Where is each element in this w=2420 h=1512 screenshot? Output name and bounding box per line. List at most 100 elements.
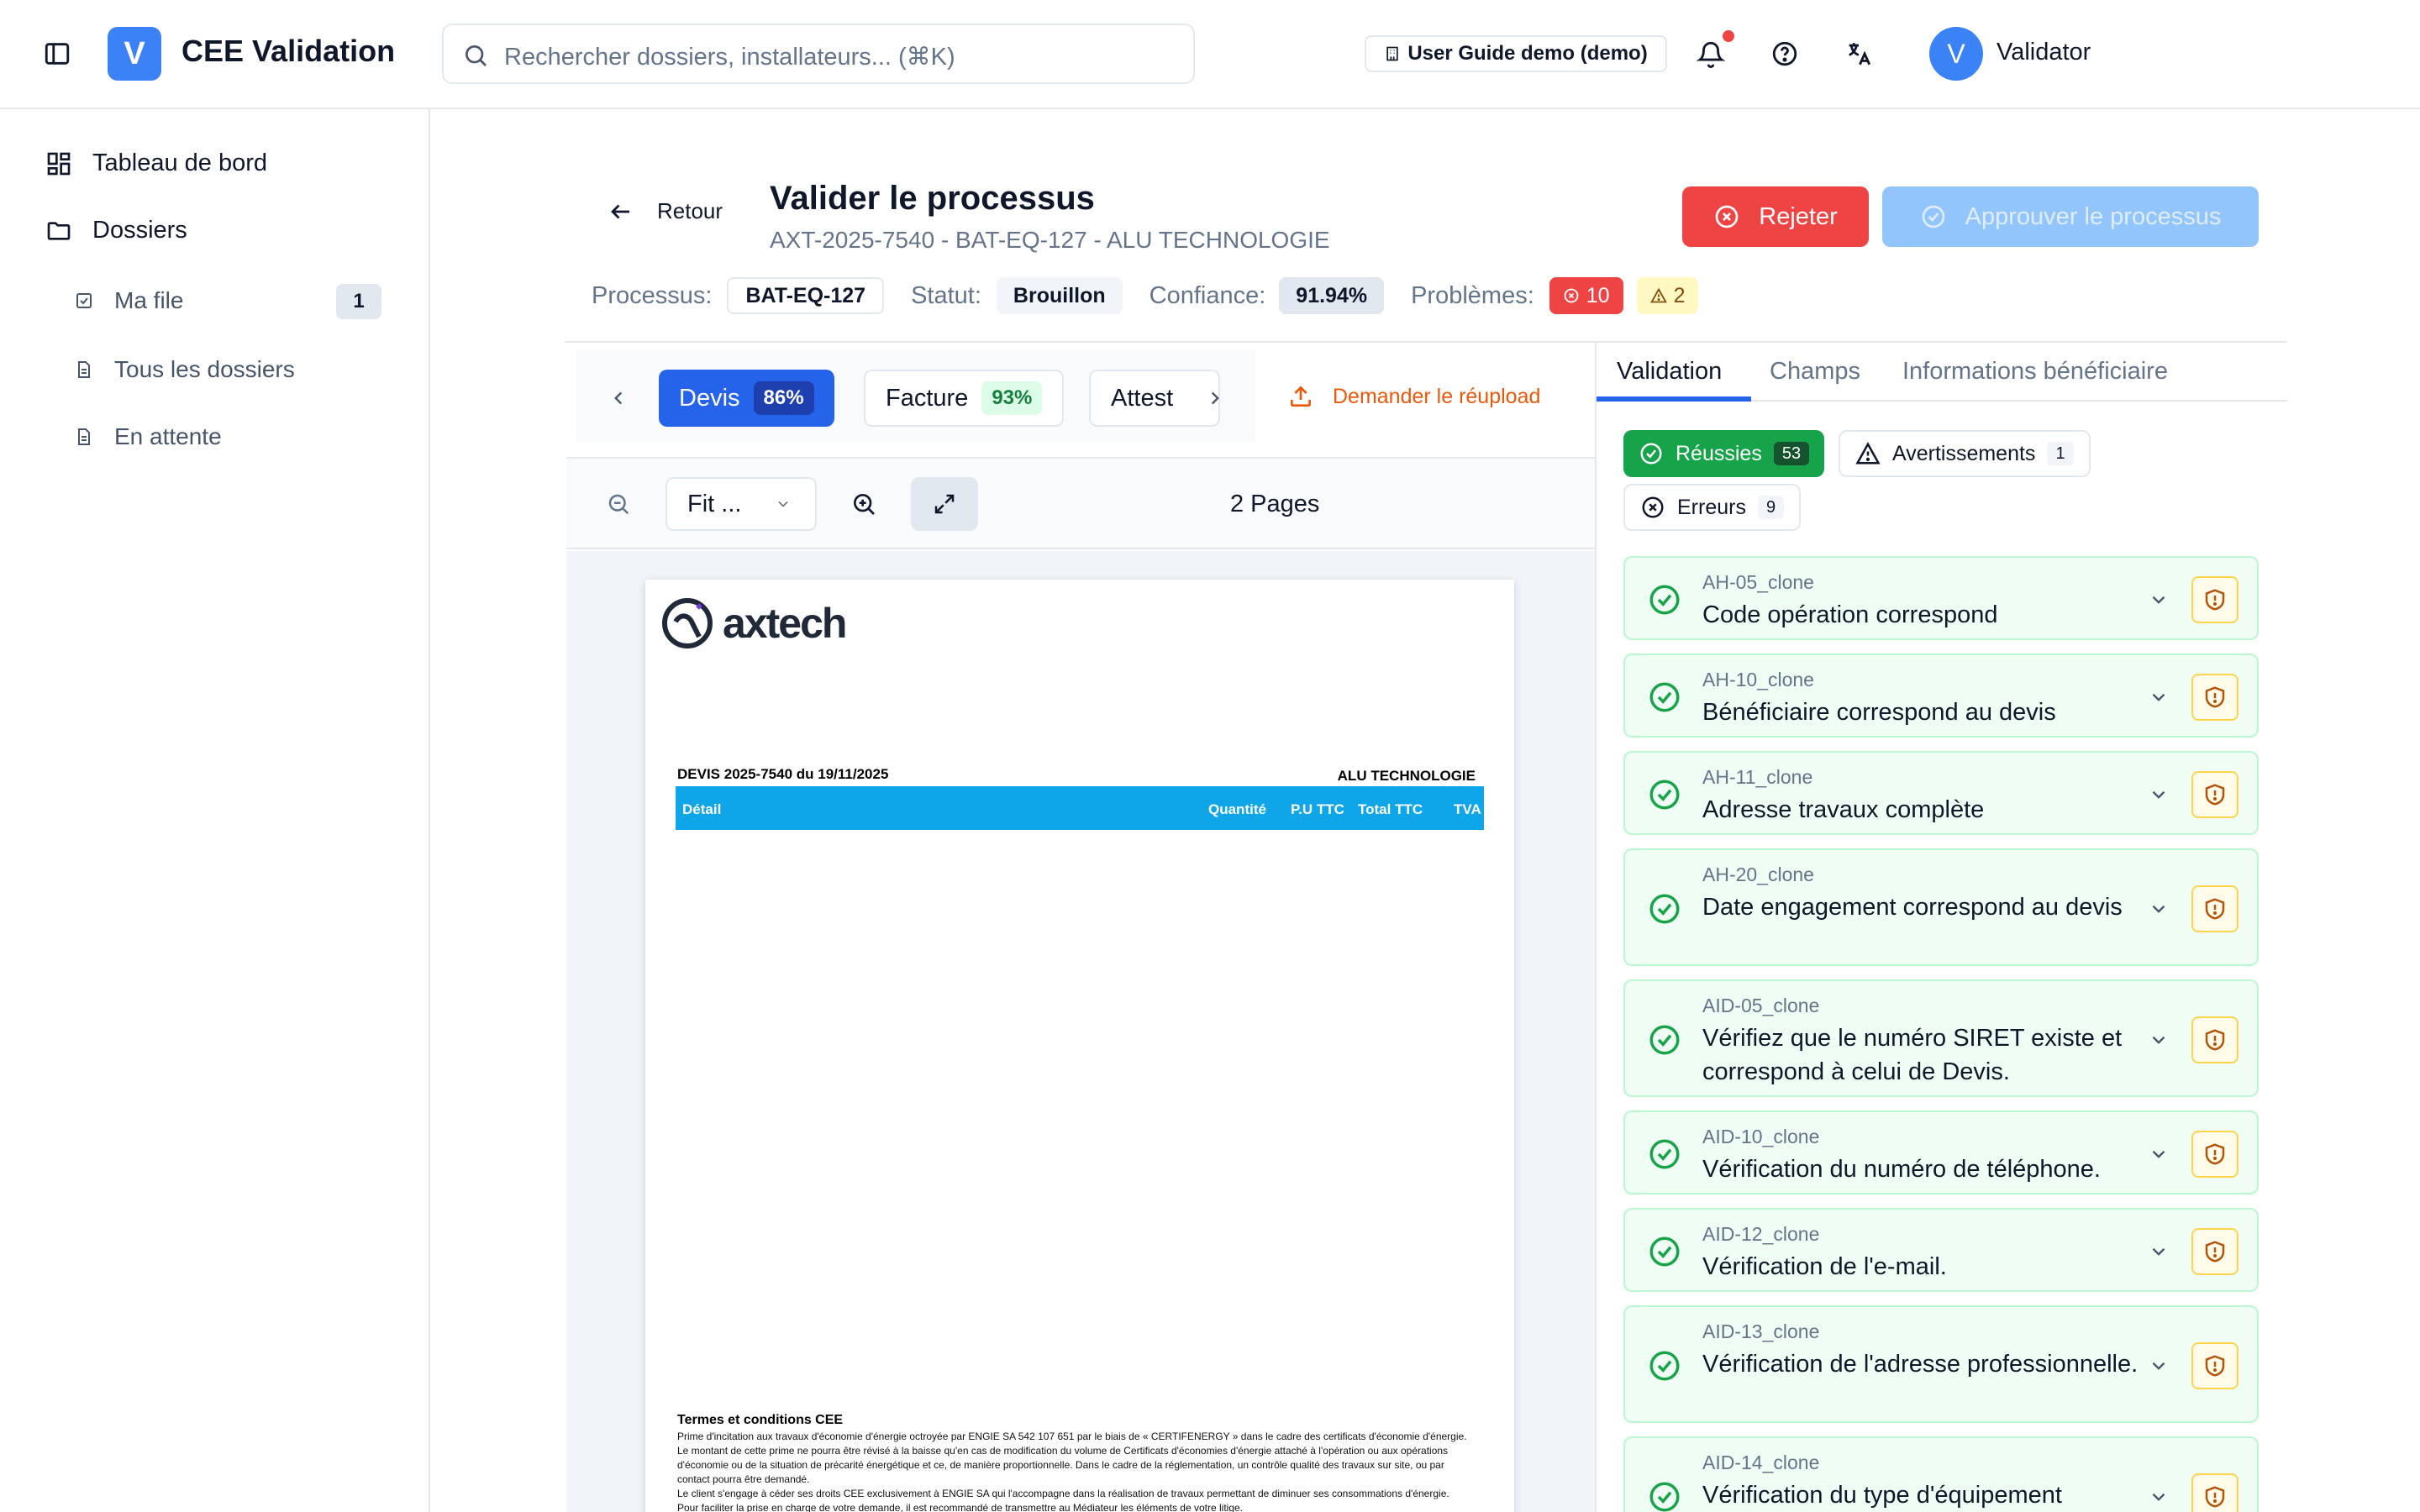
shield-icon[interactable]	[2191, 674, 2238, 721]
tab-validation[interactable]: Validation	[1617, 358, 1722, 386]
rule-code: AH-20_clone	[1702, 864, 1814, 885]
sidebar-item-tous-dossiers[interactable]: Tous les dossiers	[74, 356, 295, 383]
rule-title: Bénéficiaire correspond au devis	[1702, 699, 2056, 726]
terms-line: Le montant de cette prime ne pourra être…	[677, 1445, 1449, 1457]
zoom-select[interactable]: Fit ...	[666, 477, 817, 531]
col-pu: P.U TTC	[1291, 801, 1344, 817]
rule-title: Date engagement correspond au devis	[1702, 894, 2123, 921]
shield-icon[interactable]	[2191, 1016, 2238, 1063]
chevron-down-icon[interactable]	[2148, 1241, 2170, 1263]
confidence-label: Confiance:	[1149, 281, 1266, 309]
tab-facture[interactable]: Facture 93%	[864, 370, 1065, 427]
chevron-down-icon[interactable]	[2148, 1486, 2170, 1508]
shield-icon[interactable]	[2191, 1473, 2238, 1512]
chevron-down-icon[interactable]	[2148, 1029, 2170, 1051]
folder-icon	[45, 218, 72, 244]
filter-count: 9	[1757, 496, 1785, 519]
status-badge: Brouillon	[996, 277, 1123, 314]
chevron-down-icon[interactable]	[2148, 589, 2170, 611]
rule-title: Vérification du type d'équipement	[1702, 1482, 2062, 1509]
sidebar-item-ma-file[interactable]: Ma file	[74, 287, 183, 314]
chevron-right-icon[interactable]	[1195, 378, 1235, 418]
user-avatar[interactable]: V	[1929, 27, 1983, 81]
filter-label: Réussies	[1676, 441, 1762, 465]
validation-rule-card[interactable]: AH-10_clone Bénéficiaire correspond au de…	[1623, 654, 2259, 738]
help-icon[interactable]	[1765, 34, 1805, 74]
warnings-badge[interactable]: 2	[1636, 277, 1699, 314]
dashboard-icon	[45, 150, 72, 177]
sidebar: Tableau de bord Dossiers Ma file 1 Tous …	[0, 109, 430, 1512]
validation-rule-card[interactable]: AID-14_clone Vérification du type d'équip…	[1623, 1436, 2259, 1512]
terms-line: contact pourra être demandé.	[677, 1473, 810, 1485]
rule-code: AID-12_clone	[1702, 1223, 1820, 1245]
validation-rule-card[interactable]: AH-20_clone Date engagement correspond au…	[1623, 848, 2259, 966]
filter-erreurs[interactable]: Erreurs 9	[1623, 484, 1802, 531]
validation-rule-card[interactable]: AID-10_clone Vérification du numéro de té…	[1623, 1110, 2259, 1194]
chevron-down-icon[interactable]	[2148, 1143, 2170, 1165]
status-label: Statut:	[911, 281, 981, 309]
warning-icon	[1649, 287, 1667, 304]
sidebar-item-en-attente[interactable]: En attente	[74, 423, 222, 450]
filter-count: 1	[2047, 442, 2074, 465]
x-circle-icon	[1563, 287, 1580, 304]
tab-confidence: 93%	[981, 381, 1043, 415]
shield-icon[interactable]	[2191, 885, 2238, 932]
filter-avertissements[interactable]: Avertissements 1	[1839, 430, 2091, 477]
check-circle-icon	[1639, 441, 1664, 466]
user-name[interactable]: Validator	[1996, 39, 2091, 66]
search-input[interactable]: Rechercher dossiers, installateurs... (⌘…	[442, 24, 1195, 84]
approve-button[interactable]: Approuver le processus	[1882, 186, 2259, 247]
check-circle-icon	[1647, 1137, 1682, 1172]
rule-title: Vérification du numéro de téléphone.	[1702, 1156, 2101, 1183]
sidebar-item-dossiers[interactable]: Dossiers	[45, 217, 187, 244]
tab-informations-beneficiaire[interactable]: Informations bénéficiaire	[1902, 358, 2168, 386]
validation-rule-card[interactable]: AID-12_clone Vérification de l'e-mail.	[1623, 1208, 2259, 1292]
rule-code: AID-10_clone	[1702, 1126, 1820, 1147]
back-button[interactable]: Retour	[608, 198, 723, 224]
validation-rule-card[interactable]: AID-05_clone Vérifiez que le numéro SIRET…	[1623, 979, 2259, 1097]
chevron-down-icon[interactable]	[2148, 1355, 2170, 1377]
chevron-down-icon[interactable]	[2148, 686, 2170, 708]
filter-reussies[interactable]: Réussies 53	[1623, 430, 1825, 477]
shield-icon[interactable]	[2191, 1131, 2238, 1178]
validation-rule-card[interactable]: AH-11_clone Adresse travaux complète	[1623, 751, 2259, 835]
arrow-left-icon	[608, 199, 634, 224]
validation-rule-card[interactable]: AH-05_clone Code opération correspond	[1623, 556, 2259, 640]
sidebar-item-label: En attente	[114, 423, 222, 449]
chevron-down-icon[interactable]	[2148, 784, 2170, 806]
reupload-label: Demander le réupload	[1333, 384, 1541, 408]
page-title: Valider le processus	[770, 180, 1095, 217]
check-circle-icon	[1647, 582, 1682, 617]
check-circle-icon	[1647, 1479, 1682, 1512]
errors-badge[interactable]: 10	[1549, 277, 1623, 314]
tab-champs[interactable]: Champs	[1770, 358, 1860, 386]
sidebar-toggle-icon[interactable]	[37, 34, 77, 74]
file-icon	[74, 360, 94, 380]
active-tab-indicator	[1597, 396, 1751, 402]
zoom-out-icon[interactable]	[598, 484, 639, 524]
shield-icon[interactable]	[2191, 1342, 2238, 1389]
logo-text: axtech	[723, 600, 847, 647]
request-reupload-button[interactable]: Demander le réupload	[1287, 383, 1540, 410]
rule-code: AID-14_clone	[1702, 1452, 1820, 1473]
validation-rule-card[interactable]: AID-13_clone Vérification de l'adresse pr…	[1623, 1305, 2259, 1423]
check-circle-icon	[1647, 1234, 1682, 1269]
reject-button[interactable]: Rejeter	[1682, 186, 1869, 247]
chevron-left-icon[interactable]	[598, 378, 639, 418]
zoom-in-icon[interactable]	[844, 484, 884, 524]
chevron-down-icon	[775, 496, 792, 512]
shield-icon[interactable]	[2191, 1228, 2238, 1275]
filter-label: Erreurs	[1677, 495, 1746, 519]
back-label: Retour	[657, 198, 723, 223]
sidebar-item-dashboard[interactable]: Tableau de bord	[45, 150, 267, 177]
shield-icon[interactable]	[2191, 771, 2238, 818]
shield-icon[interactable]	[2191, 576, 2238, 623]
chevron-down-icon[interactable]	[2148, 898, 2170, 920]
tenant-badge[interactable]: User Guide demo (demo)	[1365, 35, 1667, 72]
sidebar-item-label: Tableau de bord	[92, 150, 267, 176]
tab-devis[interactable]: Devis 86%	[659, 370, 834, 427]
expand-button[interactable]	[911, 477, 978, 531]
filter-count: 53	[1773, 442, 1810, 465]
tab-label: Devis	[679, 384, 740, 412]
translate-icon[interactable]	[1839, 34, 1879, 74]
